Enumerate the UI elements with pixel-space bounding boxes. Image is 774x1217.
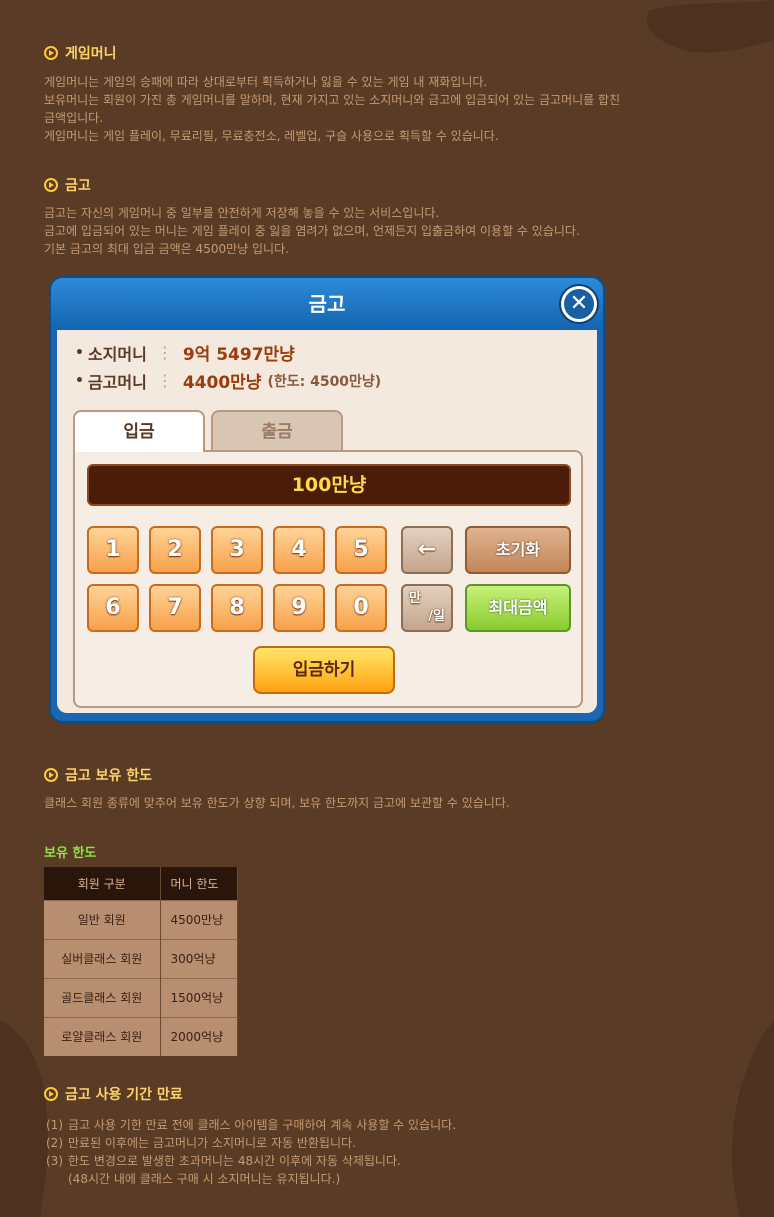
key-3[interactable]: 3 (211, 526, 263, 574)
key-5[interactable]: 5 (335, 526, 387, 574)
amount-display: 100만냥 (87, 464, 571, 506)
dialog-body: • 소지머니 ⋮ 9억 5497만냥 • 금고머니 ⋮ 4400만냥 (한도: … (57, 330, 597, 713)
section-title-safe-limit: 금고 보유 한도 (44, 765, 152, 785)
tab-withdraw[interactable]: 출금 (211, 410, 343, 452)
max-amount-button[interactable]: 최대금액 (465, 584, 571, 632)
key-9[interactable]: 9 (273, 584, 325, 632)
game-money-description: 게임머니는 게임의 승패에 따라 상대로부터 획득하거나 잃을 수 있는 게임 … (44, 75, 621, 143)
carried-money-row: • 소지머니 ⋮ 9억 5497만냥 (75, 340, 295, 365)
key-1[interactable]: 1 (87, 526, 139, 574)
play-circle-icon (44, 178, 58, 192)
table-row: 골드클래스 회원 1500억냥 (44, 977, 238, 1017)
carried-money-value: 9억 5497만냥 (182, 345, 295, 365)
key-4[interactable]: 4 (273, 526, 325, 574)
reset-button[interactable]: 초기화 (465, 526, 571, 574)
arrow-left-icon: ← (417, 537, 437, 562)
safe-money-value: 4400만냥 (182, 373, 262, 393)
keypad-panel: 100만냥 1 2 3 4 5 ← 초기화 6 7 8 9 0 만 /일 최대금… (73, 450, 583, 708)
play-circle-icon (44, 1087, 58, 1101)
key-8[interactable]: 8 (211, 584, 263, 632)
table-row: 일반 회원 4500만냥 (44, 899, 238, 939)
safe-money-row: • 금고머니 ⋮ 4400만냥 (한도: 4500만냥) (75, 368, 381, 393)
limit-table: 회원 구분 머니 한도 일반 회원 4500만냥 실버클래스 회원 300억냥 … (44, 867, 238, 1056)
list-item: (48시간 내에 클래스 구매 시 소지머니는 유지됩니다.) (68, 1172, 341, 1186)
decorative-leaf-top-right (646, 0, 774, 53)
play-circle-icon (44, 768, 58, 782)
table-header-row: 회원 구분 머니 한도 (44, 867, 238, 900)
table-row: 로얄클래스 회원 2000억냥 (44, 1016, 238, 1056)
section-title-safe: 금고 (44, 175, 91, 195)
safe-limit-description: 클래스 회원 종류에 맞추어 보유 한도가 상향 되며, 보유 한도까지 금고에… (44, 796, 510, 810)
safe-money-label: 금고머니 (87, 372, 147, 392)
table-row: 실버클래스 회원 300억냥 (44, 938, 238, 978)
key-2[interactable]: 2 (149, 526, 201, 574)
expire-list: (1) 금고 사용 기한 만료 전에 클래스 아이템을 구매하여 계속 사용할 수… (46, 1116, 456, 1188)
list-item: (3) 한도 변경으로 발생한 초과머니는 48시간 이후에 자동 삭제됩니다. (46, 1154, 401, 1168)
key-6[interactable]: 6 (87, 584, 139, 632)
section-title-game-money: 게임머니 (44, 43, 117, 63)
tab-deposit[interactable]: 입금 (73, 410, 205, 452)
limit-table-heading: 보유 한도 (44, 846, 97, 861)
close-button[interactable]: ✕ (561, 286, 597, 322)
key-0[interactable]: 0 (335, 584, 387, 632)
safe-description: 금고는 자신의 게임머니 중 일부를 안전하게 저장해 놓을 수 있는 서비스입… (44, 206, 580, 256)
safe-limit-text: (한도: 4500만냥) (267, 373, 382, 390)
carried-money-label: 소지머니 (87, 344, 147, 364)
list-item: (2) 만료된 이후에는 금고머니가 소지머니로 자동 반환됩니다. (46, 1136, 356, 1150)
unit-toggle-button[interactable]: 만 /일 (401, 584, 453, 632)
list-item: (1) 금고 사용 기한 만료 전에 클래스 아이템을 구매하여 계속 사용할 수… (46, 1118, 457, 1132)
play-circle-icon (44, 46, 58, 60)
dialog-title: 금고 (51, 278, 603, 330)
deposit-button[interactable]: 입금하기 (253, 646, 395, 694)
decorative-leaf-bottom-right (732, 1020, 774, 1217)
key-7[interactable]: 7 (149, 584, 201, 632)
section-title-expire: 금고 사용 기간 만료 (44, 1084, 183, 1104)
safe-dialog: 금고 ✕ • 소지머니 ⋮ 9억 5497만냥 • 금고머니 ⋮ 4400만냥 … (49, 276, 605, 723)
backspace-button[interactable]: ← (401, 526, 453, 574)
